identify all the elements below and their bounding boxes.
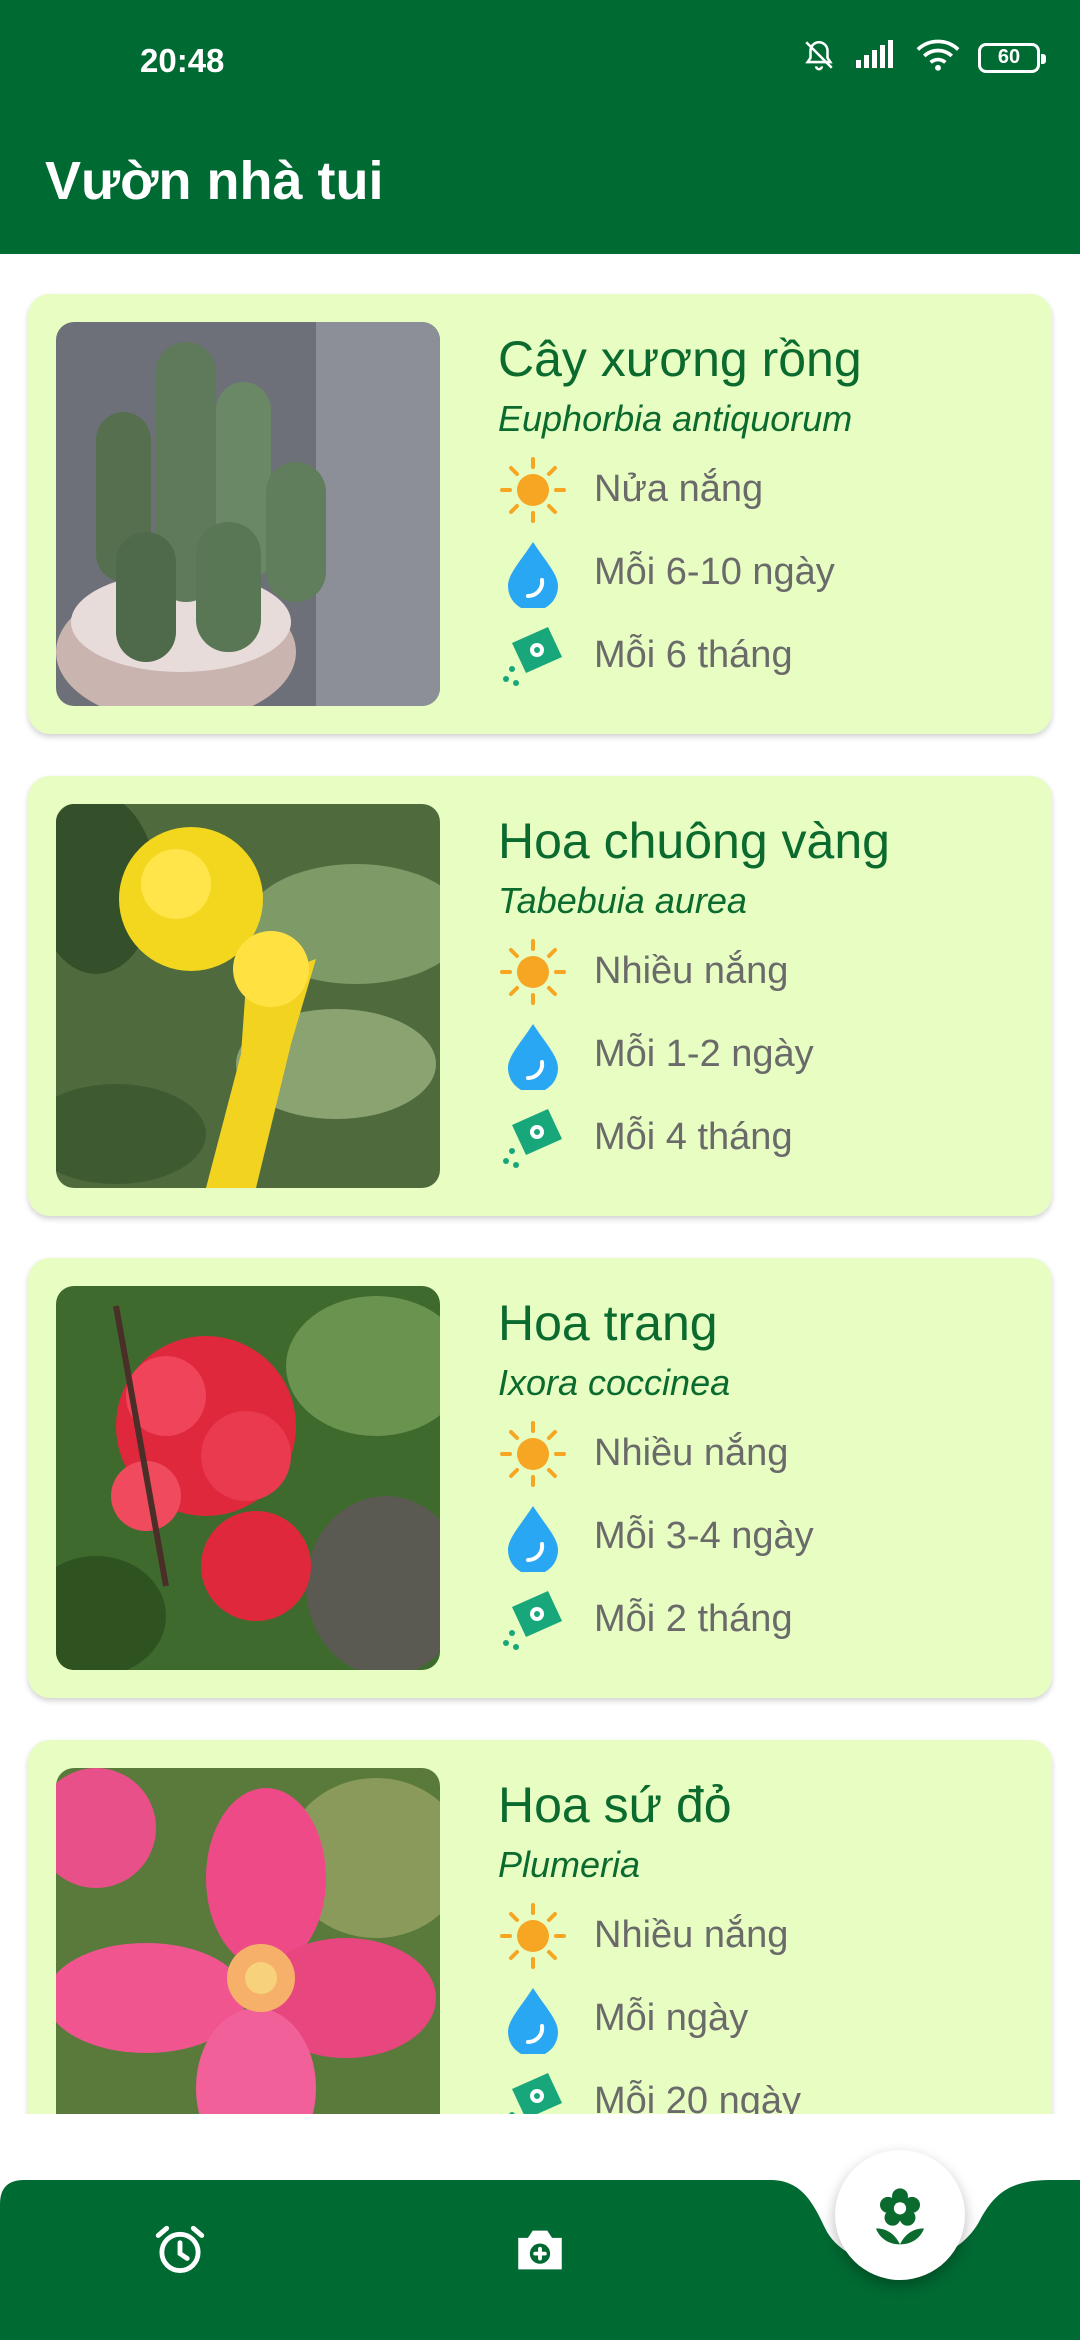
water-row: Mỗi 1-2 ngày xyxy=(498,1013,1038,1096)
light-row: Nhiều nắng xyxy=(498,1894,1038,1977)
fertilize-row: Mỗi 2 tháng xyxy=(498,1578,1038,1661)
fertilize-text: Mỗi 20 ngày xyxy=(594,2080,802,2114)
fertilizer-bag-icon xyxy=(503,626,562,686)
plant-card[interactable]: Hoa trang Ixora coccinea Nhiều nắng Mỗi … xyxy=(28,1258,1052,1698)
water-row: Mỗi 3-4 ngày xyxy=(498,1495,1038,1578)
plant-info: Hoa sứ đỏ Plumeria Nhiều nắng Mỗi ngày M… xyxy=(498,1776,1038,2114)
water-text: Mỗi 6-10 ngày xyxy=(594,551,835,593)
camera-add-icon xyxy=(518,2230,562,2270)
camera-nav-button[interactable] xyxy=(500,2210,580,2290)
plant-info: Cây xương rồng Euphorbia antiquorum Nửa … xyxy=(498,330,1038,697)
sun-icon xyxy=(500,456,566,523)
plant-card[interactable]: Hoa sứ đỏ Plumeria Nhiều nắng Mỗi ngày M… xyxy=(28,1740,1052,2114)
plant-name: Hoa sứ đỏ xyxy=(498,1777,732,1833)
fertilize-row: Mỗi 6 tháng xyxy=(498,614,1038,697)
light-row: Nửa nắng xyxy=(498,448,1038,531)
plant-photo xyxy=(56,804,440,1188)
plant-photo xyxy=(56,1286,440,1670)
plant-info: Hoa chuông vàng Tabebuia aurea Nhiều nắn… xyxy=(498,812,1038,1179)
water-row: Mỗi ngày xyxy=(498,1977,1038,2060)
sun-icon xyxy=(500,1902,566,1969)
water-drop-icon xyxy=(508,1505,558,1572)
plant-card[interactable]: Cây xương rồng Euphorbia antiquorum Nửa … xyxy=(28,294,1052,734)
plant-name: Hoa trang xyxy=(498,1295,718,1351)
sun-icon xyxy=(500,938,566,1005)
plant-photo xyxy=(56,322,440,706)
flower-icon xyxy=(876,2188,924,2245)
plant-list[interactable]: Cây xương rồng Euphorbia antiquorum Nửa … xyxy=(0,254,1080,2114)
app-bar: 20:48 60 Vườn nhà tui xyxy=(0,0,1080,254)
plant-name: Hoa chuông vàng xyxy=(498,813,890,869)
light-text: Nhiều nắng xyxy=(594,1914,789,1956)
fertilize-text: Mỗi 4 tháng xyxy=(594,1116,793,1158)
garden-fab-button[interactable] xyxy=(835,2150,965,2280)
light-row: Nhiều nắng xyxy=(498,930,1038,1013)
light-text: Nhiều nắng xyxy=(594,950,789,992)
sun-icon xyxy=(500,1420,566,1487)
alarm-clock-icon xyxy=(155,2225,205,2273)
plant-card[interactable]: Hoa chuông vàng Tabebuia aurea Nhiều nắn… xyxy=(28,776,1052,1216)
plant-scientific-name: Tabebuia aurea xyxy=(498,880,747,921)
water-drop-icon xyxy=(508,1023,558,1090)
status-icons: 60 xyxy=(802,38,1046,77)
fertilize-text: Mỗi 2 tháng xyxy=(594,1598,793,1640)
plant-photo xyxy=(56,1768,440,2114)
water-drop-icon xyxy=(508,541,558,608)
light-text: Nhiều nắng xyxy=(594,1432,789,1474)
water-text: Mỗi ngày xyxy=(594,1997,749,2039)
notifications-off-icon xyxy=(802,38,836,77)
light-text: Nửa nắng xyxy=(594,468,764,510)
fertilize-row: Mỗi 4 tháng xyxy=(498,1096,1038,1179)
signal-icon xyxy=(854,40,898,75)
plant-scientific-name: Euphorbia antiquorum xyxy=(498,398,853,439)
water-text: Mỗi 3-4 ngày xyxy=(594,1515,814,1557)
fertilize-text: Mỗi 6 tháng xyxy=(594,634,793,676)
page-title: Vườn nhà tui xyxy=(45,151,384,211)
plant-info: Hoa trang Ixora coccinea Nhiều nắng Mỗi … xyxy=(498,1294,1038,1661)
water-text: Mỗi 1-2 ngày xyxy=(594,1033,814,1075)
water-row: Mỗi 6-10 ngày xyxy=(498,531,1038,614)
plant-scientific-name: Ixora coccinea xyxy=(498,1362,731,1403)
light-row: Nhiều nắng xyxy=(498,1412,1038,1495)
fertilize-row: Mỗi 20 ngày xyxy=(498,2060,1038,2114)
fertilizer-bag-icon xyxy=(503,1590,562,1650)
fertilizer-bag-icon xyxy=(509,2072,562,2114)
fertilizer-bag-icon xyxy=(503,1108,562,1168)
wifi-icon xyxy=(916,38,960,77)
plant-scientific-name: Plumeria xyxy=(498,1844,641,1885)
alarm-nav-button[interactable] xyxy=(140,2210,220,2290)
plant-name: Cây xương rồng xyxy=(498,331,862,387)
battery-level: 60 xyxy=(997,46,1021,68)
water-drop-icon xyxy=(508,1987,558,2054)
status-time: 20:48 xyxy=(140,42,225,79)
battery-icon: 60 xyxy=(978,42,1046,73)
